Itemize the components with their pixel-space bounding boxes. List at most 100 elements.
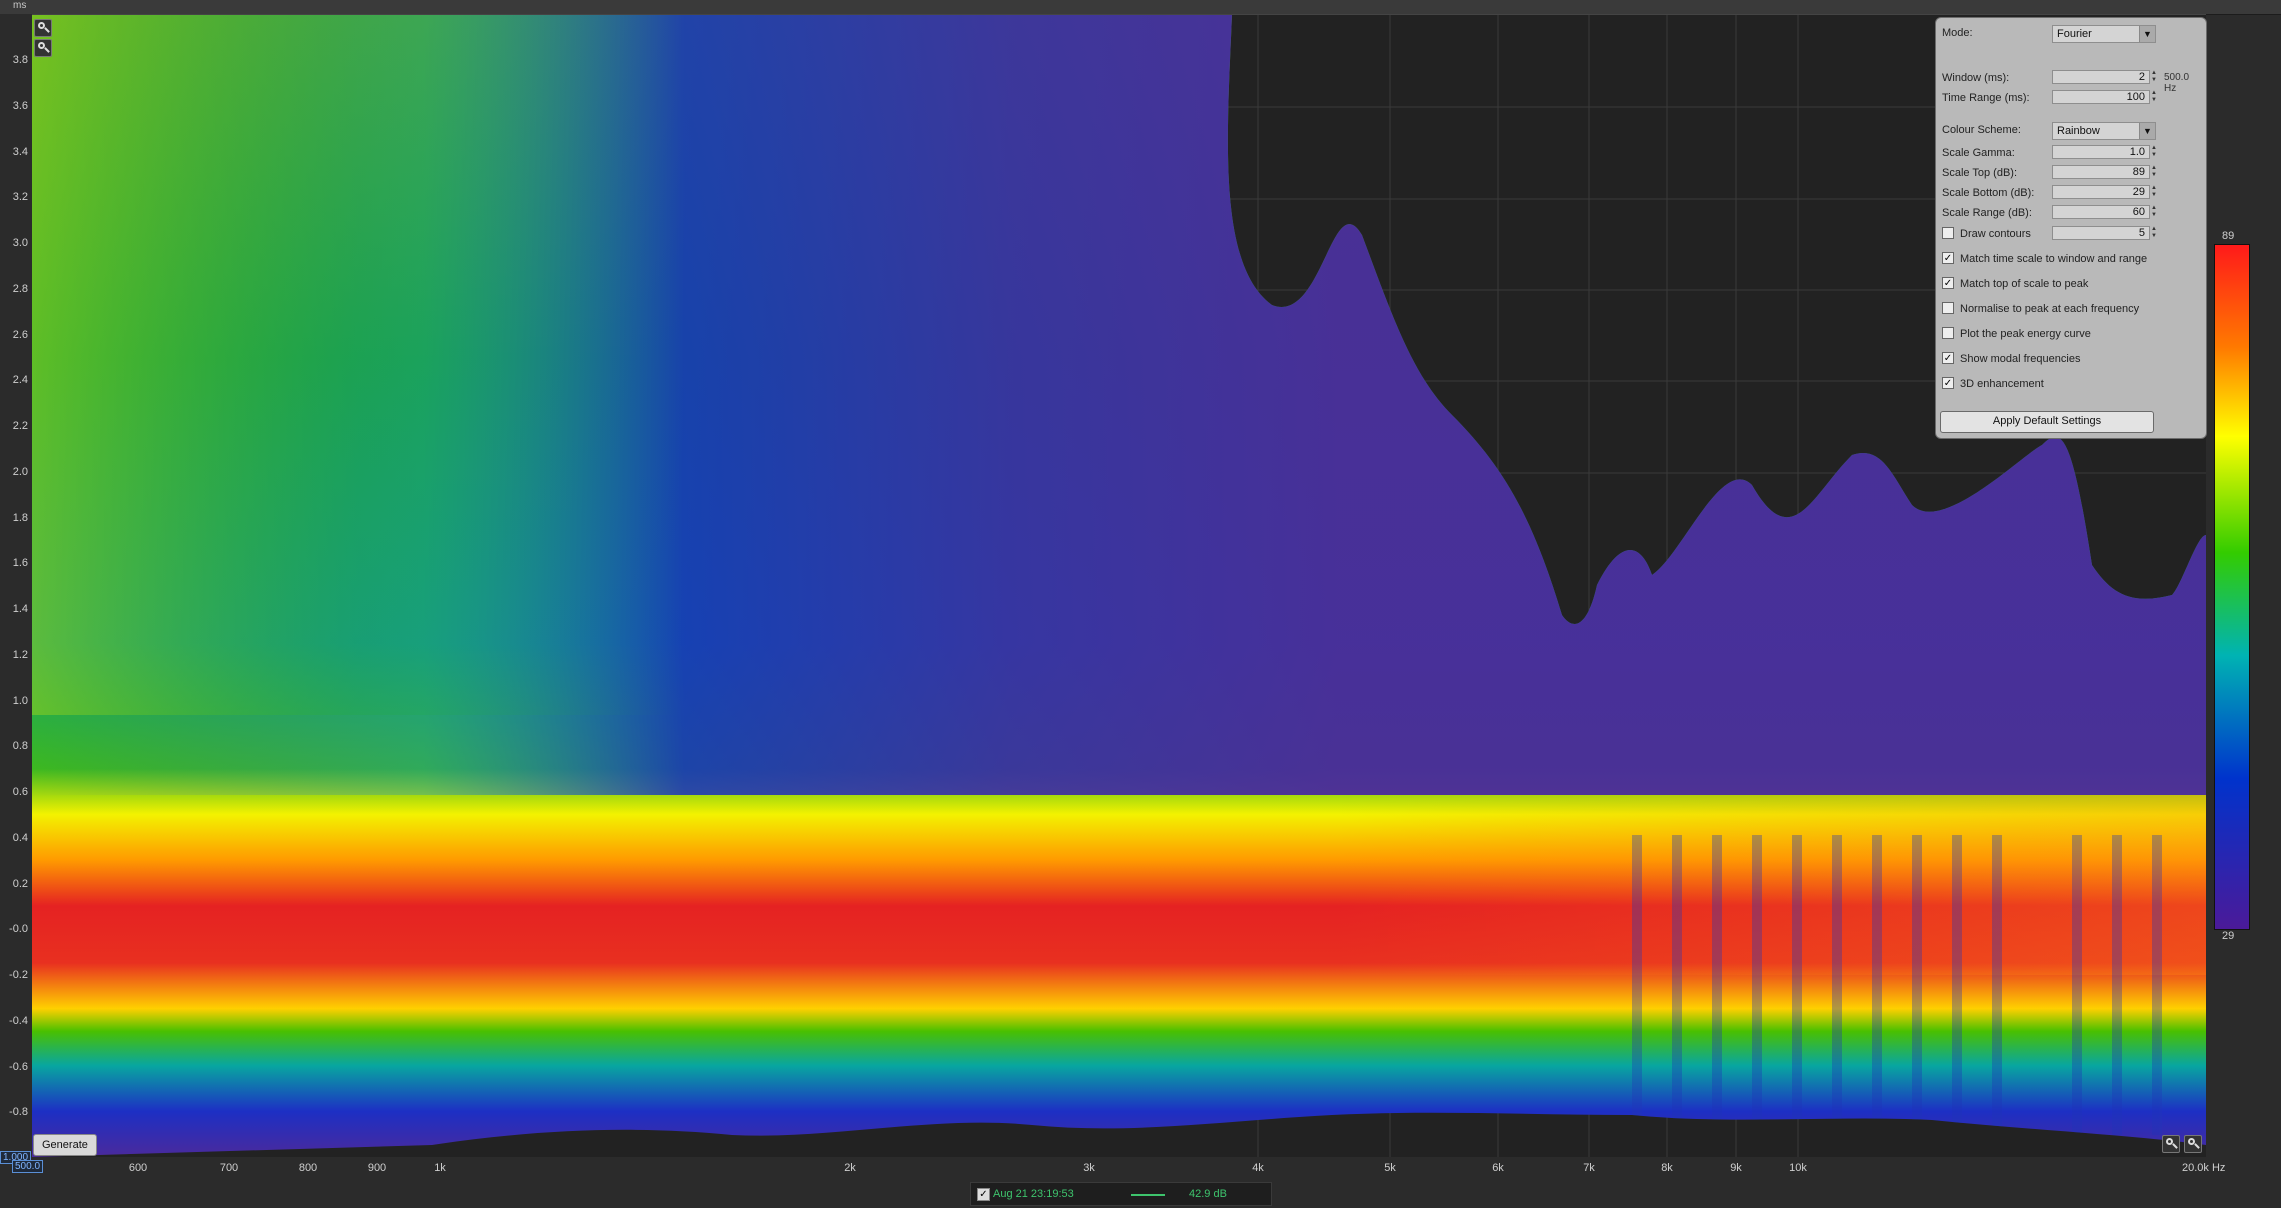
x-tick-label: 9k	[1730, 1162, 1742, 1174]
scale-range-input[interactable]: 60	[2052, 205, 2150, 219]
colour-scale-bottom-label: 29	[2222, 930, 2235, 942]
x-tick-label: 2k	[844, 1162, 856, 1174]
y-tick-label: 1.0	[12, 694, 28, 707]
spectrogram-graphic	[32, 15, 2206, 1157]
spectrogram-plot[interactable]	[32, 14, 2206, 1157]
window-row: Window (ms): 2 ▲ ▼ 500.0 Hz	[1942, 70, 2200, 94]
x-tick-label: 900	[367, 1162, 387, 1174]
scale-bottom-row: Scale Bottom (dB): 29 ▲ ▼	[1942, 185, 2200, 201]
generate-button[interactable]: Generate	[33, 1134, 97, 1156]
draw-contours-row: Draw contours 5 ▲ ▼	[1942, 226, 2200, 242]
time-range-row: Time Range (ms): 100 ▲ ▼	[1942, 90, 2200, 106]
x-tick-label: 8k	[1661, 1162, 1673, 1174]
y-tick-label: -0.2	[9, 969, 28, 981]
3d-enhancement-checkbox[interactable]: ✓	[1942, 377, 1954, 389]
x-tick-label: 7k	[1583, 1162, 1595, 1174]
mode-value: Fourier	[2057, 28, 2092, 40]
match-top-checkbox[interactable]: ✓	[1942, 277, 1954, 289]
y-tick-label: -0.4	[9, 1014, 28, 1027]
window-input[interactable]: 2	[2052, 70, 2150, 84]
y-tick-label: 2.2	[12, 420, 28, 432]
y-axis	[0, 14, 32, 1156]
y-tick-label: 0.2	[12, 877, 28, 890]
scale-range-row: Scale Range (dB): 60 ▲ ▼	[1942, 205, 2200, 221]
time-range-input[interactable]: 100	[2052, 90, 2150, 104]
3d-enhancement-label: 3D enhancement	[1960, 378, 2044, 390]
y-tick-label: 2.8	[12, 282, 28, 295]
y-tick-label: 0.6	[12, 786, 28, 798]
scale-gamma-input[interactable]: 1.0	[2052, 145, 2150, 159]
scale-bottom-input[interactable]: 29	[2052, 185, 2150, 199]
y-axis-unit: ms	[13, 0, 27, 11]
draw-contours-input[interactable]: 5	[2052, 226, 2150, 240]
scale-gamma-row: Scale Gamma: 1.0 ▲ ▼	[1942, 145, 2200, 161]
draw-contours-label: Draw contours	[1960, 228, 2031, 240]
chevron-down-icon[interactable]: ▼	[2139, 26, 2155, 42]
colour-scheme-value: Rainbow	[2057, 125, 2100, 137]
draw-contours-checkbox[interactable]	[1942, 227, 1954, 239]
y-tick-label: 1.2	[12, 648, 28, 661]
x-tick-label: 600	[128, 1162, 148, 1174]
scale-range-stepper[interactable]: ▲ ▼	[2150, 205, 2158, 219]
scale-gamma-stepper[interactable]: ▲ ▼	[2150, 145, 2158, 159]
colour-scale-top-label: 89	[2222, 230, 2235, 242]
x-tick-label: 20.0k Hz	[2182, 1162, 2226, 1174]
measurement-status[interactable]: ✓ Aug 21 23:19:53 42.9 dB	[970, 1182, 1272, 1206]
y-tick-label: -0.0	[9, 923, 28, 936]
y-tick-label: 1.8	[12, 511, 28, 524]
option-row-normalise: Normalise to peak at each frequency	[1942, 301, 2200, 317]
apply-default-settings-button[interactable]: Apply Default Settings	[1940, 411, 2154, 433]
draw-contours-stepper[interactable]: ▲ ▼	[2150, 226, 2158, 240]
scale-top-input[interactable]: 89	[2052, 165, 2150, 179]
x-tick-label: 700	[219, 1162, 239, 1174]
colour-scheme-label: Colour Scheme:	[1942, 124, 2021, 136]
window-stepper[interactable]: ▲ ▼	[2150, 70, 2158, 84]
y-tick-label: -0.6	[9, 1060, 28, 1073]
modal-frequencies-label: Show modal frequencies	[1960, 353, 2081, 365]
scale-top-row: Scale Top (dB): 89 ▲ ▼	[1942, 165, 2200, 181]
colour-scale-bar	[2214, 244, 2250, 930]
y-tick-label: 3.8	[12, 54, 28, 66]
match-top-label: Match top of scale to peak	[1960, 278, 2089, 290]
y-tick-label: 2.6	[12, 328, 28, 341]
x-tick-label: 4k	[1252, 1162, 1264, 1174]
peak-energy-checkbox[interactable]	[1942, 327, 1954, 339]
colour-scheme-row: Colour Scheme: Rainbow ▼	[1942, 122, 2200, 140]
y-tick-label: -0.8	[9, 1106, 28, 1119]
scale-bottom-label: Scale Bottom (dB):	[1942, 187, 2035, 199]
zoom-out-x-icon[interactable]	[2184, 1135, 2202, 1153]
zoom-out-y-icon[interactable]	[34, 39, 52, 57]
y-tick-label: 1.4	[12, 603, 28, 615]
option-row-modal: ✓ Show modal frequencies	[1942, 351, 2200, 367]
x-tick-label: 10k	[1789, 1162, 1807, 1174]
scale-bottom-stepper[interactable]: ▲ ▼	[2150, 185, 2158, 199]
normalise-checkbox[interactable]	[1942, 302, 1954, 314]
settings-panel: Mode: Fourier ▼ Window (ms): 2 ▲ ▼ 500.0 H…	[1935, 17, 2207, 439]
measurement-timestamp: Aug 21 23:19:53	[993, 1188, 1074, 1200]
scale-top-stepper[interactable]: ▲ ▼	[2150, 165, 2158, 179]
x-tick-label: 1k	[434, 1162, 446, 1174]
y-tick-label: 3.0	[12, 237, 28, 249]
zoom-in-x-icon[interactable]	[2162, 1135, 2180, 1153]
y-tick-label: 3.2	[12, 191, 28, 204]
match-time-checkbox[interactable]: ✓	[1942, 252, 1954, 264]
time-range-stepper[interactable]: ▲ ▼	[2150, 90, 2158, 104]
time-range-label: Time Range (ms):	[1942, 92, 2030, 104]
match-time-label: Match time scale to window and range	[1960, 253, 2148, 265]
x-axis: 600 700 800 900 1k 2k 3k 4k 5k 6k 7k 8k 9k 10k 20.0k H…	[32, 1156, 2281, 1182]
option-row-match-time: ✓ Match time scale to window and range	[1942, 251, 2200, 267]
option-row-peak-energy: Plot the peak energy curve	[1942, 326, 2200, 342]
x-min-box[interactable]: 500.0	[12, 1160, 44, 1173]
mode-label: Mode:	[1942, 27, 1973, 39]
measurement-checkbox[interactable]: ✓	[977, 1188, 990, 1201]
x-tick-label: 5k	[1384, 1162, 1396, 1174]
mode-select[interactable]: Fourier ▼	[2052, 25, 2156, 43]
scale-top-label: Scale Top (dB):	[1942, 167, 2018, 179]
chevron-down-icon[interactable]: ▼	[2139, 123, 2155, 139]
y-tick-label: 3.6	[12, 99, 28, 112]
colour-scheme-select[interactable]: Rainbow ▼	[2052, 122, 2156, 140]
modal-frequencies-checkbox[interactable]: ✓	[1942, 352, 1954, 364]
y-tick-label: 0.4	[12, 831, 28, 844]
window-label: Window (ms):	[1942, 72, 2010, 84]
zoom-in-y-icon[interactable]	[34, 19, 52, 37]
